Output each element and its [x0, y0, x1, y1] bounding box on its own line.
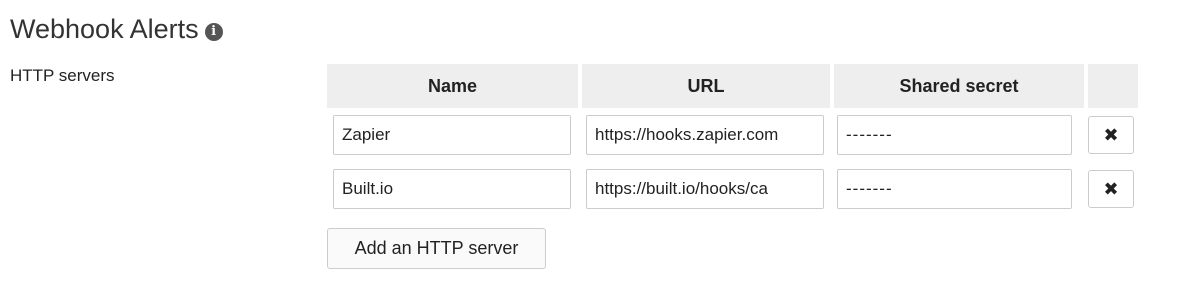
close-icon: ✖ — [1103, 178, 1119, 200]
http-servers-table: Name URL Shared secret ✖ — [323, 64, 1142, 216]
table-row: ✖ — [327, 162, 1138, 216]
column-header-url: URL — [582, 64, 830, 108]
shared-secret-input[interactable] — [837, 169, 1072, 209]
server-url-input[interactable] — [586, 169, 824, 209]
remove-server-button[interactable]: ✖ — [1088, 170, 1134, 208]
column-header-actions — [1088, 64, 1138, 108]
add-http-server-button[interactable]: Add an HTTP server — [327, 228, 546, 269]
info-icon[interactable]: i — [204, 22, 223, 41]
http-servers-label: HTTP servers — [10, 66, 115, 85]
server-url-input[interactable] — [586, 115, 824, 155]
server-name-input[interactable] — [333, 169, 571, 209]
table-header-row: Name URL Shared secret — [327, 64, 1138, 108]
section-title: Webhook Alerts i — [10, 14, 223, 45]
column-header-name: Name — [327, 64, 578, 108]
table-row: ✖ — [327, 108, 1138, 162]
section-title-text: Webhook Alerts — [10, 14, 199, 44]
shared-secret-input[interactable] — [837, 115, 1072, 155]
column-header-shared-secret: Shared secret — [834, 64, 1084, 108]
remove-server-button[interactable]: ✖ — [1088, 116, 1134, 154]
close-icon: ✖ — [1103, 124, 1119, 146]
server-name-input[interactable] — [333, 115, 571, 155]
